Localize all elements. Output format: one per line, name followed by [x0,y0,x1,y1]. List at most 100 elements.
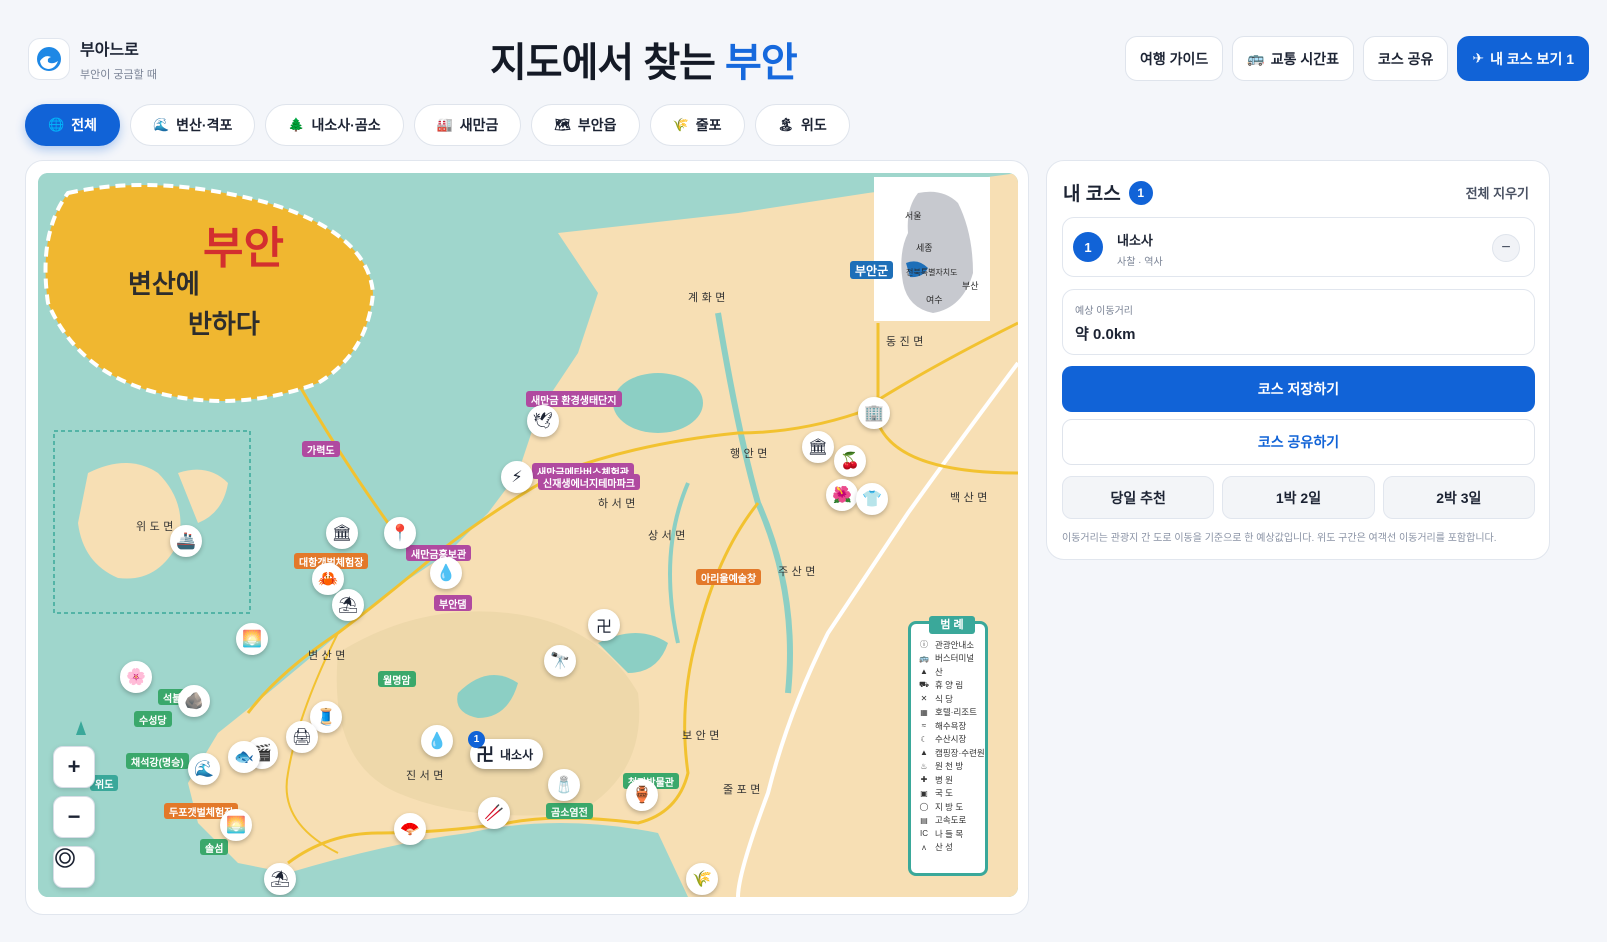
locate-button[interactable] [53,846,95,888]
course-item[interactable]: 1 내소사 사찰 · 역사 − [1062,217,1535,277]
timetable-button[interactable]: 🚌 교통 시간표 [1232,36,1354,81]
legend-label: 나 들 목 [935,828,963,840]
poi-chaeseokgang[interactable]: 채석강(명승) [126,753,189,769]
legend-item: ▲산 [911,665,985,679]
legend-label: 지 방 도 [935,801,963,813]
spa-icon: ♨ [919,762,929,771]
fan-icon[interactable]: 🪭 [394,813,426,845]
flower-icon[interactable]: 🌸 [120,661,152,693]
selected-poi-label: 내소사 [500,746,533,763]
svg-text:변 산 면: 변 산 면 [308,649,345,662]
tab-naesosa-label: 내소사·곰소 [312,115,381,135]
tab-naesosa[interactable]: 🌲내소사·곰소 [265,104,403,146]
timetable-button-label: 교통 시간표 [1271,49,1339,69]
guide-button[interactable]: 여행 가이드 [1125,36,1223,81]
course-item-category: 사찰 · 역사 [1117,253,1163,268]
sunset-icon[interactable]: 🌅 [236,623,268,655]
legend-item: ᴧ산 성 [911,841,985,855]
tab-all[interactable]: 🌐전체 [25,104,120,146]
vase-icon[interactable]: 🏺 [626,779,658,811]
plan-day-trip-button[interactable]: 당일 추천 [1062,476,1214,519]
legend-item: ▤고속도로 [911,814,985,828]
tab-saemangeum[interactable]: 🏭새만금 [414,104,522,146]
course-item-name: 내소사 [1117,230,1153,249]
distance-label: 예상 이동거리 [1075,302,1133,317]
wave-bubble-icon[interactable]: 🌊 [188,753,220,785]
selected-poi-naesosa[interactable]: 1 卍 내소사 [470,739,543,769]
legend-item: ✕식 당 [911,692,985,706]
share-course-button[interactable]: 코스 공유하기 [1062,419,1535,465]
zoom-in-button[interactable]: + [53,746,95,788]
plan-2n3d-button[interactable]: 2박 3일 [1383,476,1535,519]
legend-label: 고속도로 [935,814,966,826]
museum-icon-2[interactable]: 🏛 [802,431,834,463]
camping-icon: ▲ [919,748,929,757]
legend-item: ♨원 천 방 [911,760,985,774]
tab-julpo[interactable]: 🌾줄포 [650,104,745,146]
poi-wolmyeongam[interactable]: 월명암 [378,671,416,687]
course-share-top-label: 코스 공유 [1378,49,1433,69]
page-title-prefix: 지도에서 찾는 [490,41,715,85]
poi-solseom[interactable]: 솔섬 [200,839,228,855]
legend-label: 국 도 [935,787,953,799]
sunset-icon-2[interactable]: 🌅 [220,809,252,841]
course-share-top-button[interactable]: 코스 공유 [1363,36,1448,81]
shirt-icon[interactable]: 👕 [856,483,888,515]
brand-subtitle: 부안이 궁금할 때 [80,66,157,82]
poi-gomso-saltfarm[interactable]: 곰소염전 [546,803,593,819]
my-course-button[interactable]: ✈ 내 코스 보기 1 [1457,36,1589,81]
poi-garyeokdo[interactable]: 가력도 [302,441,340,457]
legend-item: ▲캠핑장·수련원 [911,746,985,760]
tab-byeonsan[interactable]: 🌊변산·격포 [130,104,255,146]
legend-item: ⛟휴 양 림 [911,679,985,693]
temple-icon[interactable]: 卍 [588,609,620,641]
forest-resort-icon: ⛟ [919,680,929,690]
save-course-button[interactable]: 코스 저장하기 [1062,366,1535,412]
museum-icon[interactable]: 🏛 [326,517,358,549]
national-road-icon: ▣ [919,789,929,798]
bird-icon[interactable]: 🕊 [527,405,559,437]
poi-ariul-art[interactable]: 아리울예술창 [696,569,761,585]
brand[interactable]: 부아느로 부안이 궁금할 때 [28,36,157,82]
legend-label: 수산시장 [935,733,966,745]
chopsticks-icon[interactable]: 🥢 [478,797,510,829]
fruit-icon[interactable]: 🍒 [834,445,866,477]
reed-icon: 🌾 [673,117,689,133]
pin-icon[interactable]: 📍 [384,517,416,549]
telescope-icon[interactable]: 🔭 [544,645,576,677]
flower-icon-2[interactable]: 🌺 [826,479,858,511]
legend-item: ▦호텔·리조트 [911,706,985,720]
water-drop-icon-2[interactable]: 💧 [421,725,453,757]
hospital-icon: ✚ [919,775,929,784]
poi-buangun[interactable]: 부안군 [850,261,893,279]
clear-all-button[interactable]: 전체 지우기 [1466,183,1529,202]
rock-icon[interactable]: 🪨 [178,685,210,717]
poi-renewable-energy-park[interactable]: 신재생에너지테마파크 [538,474,640,490]
fish-icon[interactable]: 🐟 [228,741,260,773]
wave-icon: 🌊 [153,117,169,133]
printer-icon[interactable]: 🖨 [286,721,318,753]
restaurant-icon: ✕ [919,694,929,703]
beach-umbrella-icon[interactable]: ⛱ [332,589,364,621]
beach-icon: ≈ [919,721,929,730]
plan-1n2d-button[interactable]: 1박 2일 [1222,476,1374,519]
energy-icon[interactable]: ⚡ [501,461,533,493]
tourist-map[interactable]: 계 화 면 동 진 면 행 안 면 하 서 면 상 서 면 주 산 면 변 산 … [38,173,1018,897]
water-drop-icon[interactable]: 💧 [430,557,462,589]
tab-wido[interactable]: 🏝위도 [755,104,850,146]
svg-text:세종: 세종 [916,243,933,254]
ship-icon[interactable]: 🚢 [170,525,202,557]
poi-buan-dam[interactable]: 부안댐 [434,595,472,611]
local-road-icon: ◯ [919,802,929,811]
building-bubble-icon[interactable]: 🏢 [858,397,890,429]
legend-item: ☾수산시장 [911,733,985,747]
beach-umbrella-icon-2[interactable]: ⛱ [264,863,296,895]
wave-icon [28,38,70,80]
tab-buaneup[interactable]: 🗺부안읍 [531,104,639,146]
svg-text:위 도 면: 위 도 면 [136,520,173,533]
poi-suseongdang[interactable]: 수성당 [134,711,172,727]
remove-course-item-button[interactable]: − [1492,234,1520,262]
salt-icon[interactable]: 🧂 [548,769,580,801]
zoom-out-button[interactable]: − [53,796,95,838]
reed-bubble-icon[interactable]: 🌾 [686,863,718,895]
